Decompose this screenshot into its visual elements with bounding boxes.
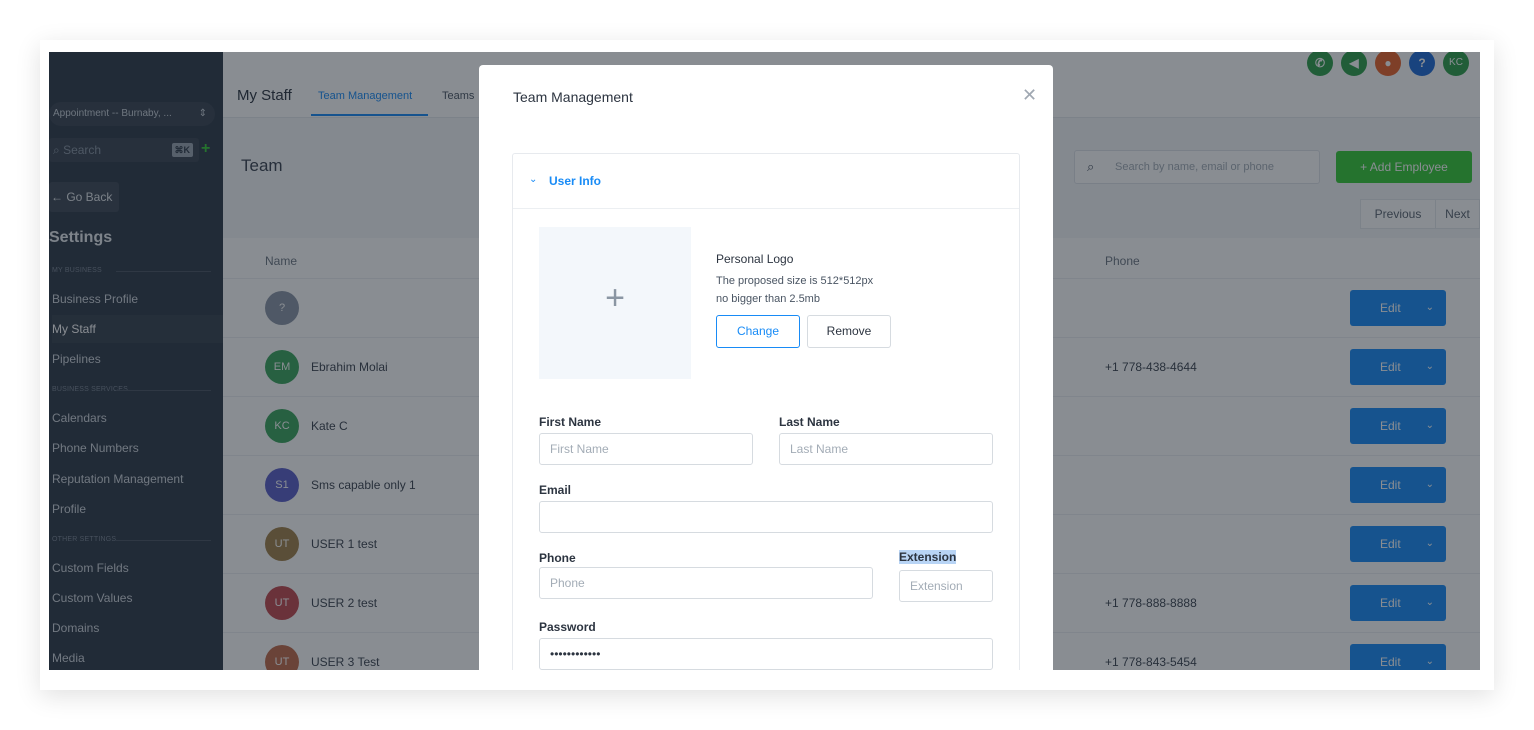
personal-logo-title: Personal Logo [716,252,794,266]
team-management-modal: Team Management ✕ ⌄ User Info + Personal… [479,65,1053,670]
modal-title: Team Management [513,89,633,105]
last-name-field[interactable] [779,433,993,465]
extension-label: Extension [899,550,957,564]
first-name-field[interactable] [539,433,753,465]
logo-size-hint: The proposed size is 512*512px [716,275,874,287]
plus-icon: + [605,279,625,317]
user-info-header[interactable]: ⌄ User Info [513,154,1019,209]
remove-logo-button[interactable]: Remove [807,315,891,348]
phone-label: Phone [539,551,576,565]
user-info-card: ⌄ User Info + Personal Logo The proposed… [512,153,1020,670]
app-viewport: Appointment -- Burnaby, ... ⇕ ⌕ Search ⌘… [49,52,1480,670]
logo-upload-area[interactable]: + [539,227,691,379]
email-field[interactable] [539,501,993,533]
phone-field[interactable] [539,567,873,599]
section-label: User Info [549,174,602,188]
chevron-down-icon: ⌄ [529,174,538,185]
first-name-label: First Name [539,415,602,429]
email-label: Email [539,483,572,497]
close-icon[interactable]: ✕ [1022,85,1037,106]
change-logo-button[interactable]: Change [716,315,800,348]
password-label: Password [539,620,596,634]
logo-weight-hint: no bigger than 2.5mb [716,293,820,305]
extension-field[interactable] [899,570,993,602]
window-frame: Appointment -- Burnaby, ... ⇕ ⌕ Search ⌘… [40,40,1494,690]
password-field[interactable] [539,638,993,670]
last-name-label: Last Name [779,415,840,429]
